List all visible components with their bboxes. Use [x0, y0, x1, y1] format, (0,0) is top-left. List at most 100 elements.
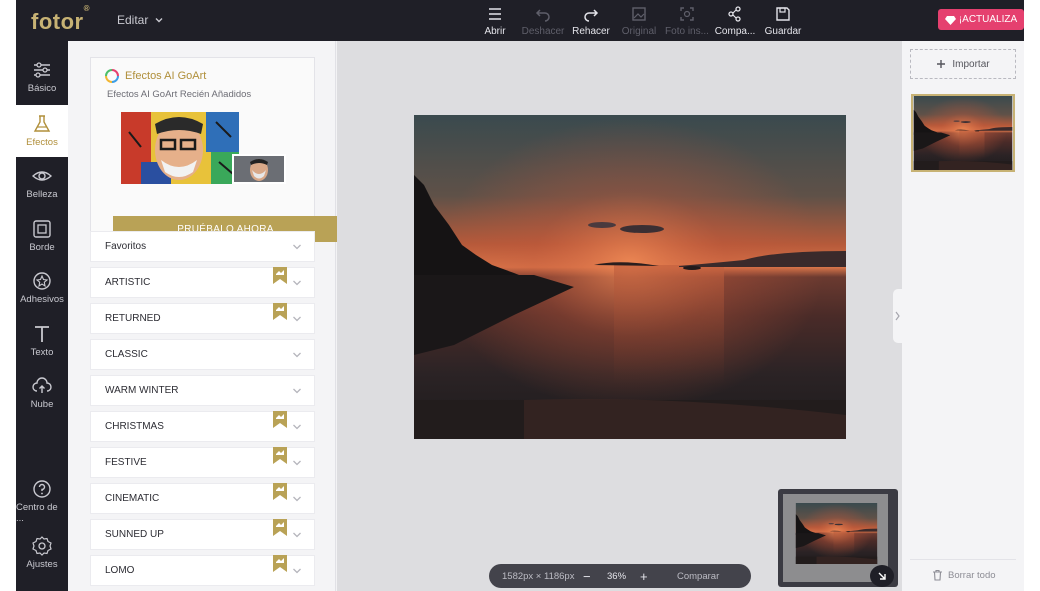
- premium-badge-icon: [273, 303, 287, 320]
- right-panel-toggle[interactable]: [893, 289, 902, 343]
- navigator-preview[interactable]: [778, 489, 898, 587]
- chevron-down-icon: [293, 280, 301, 286]
- menu-icon: [489, 8, 501, 20]
- open-button[interactable]: Abrir: [471, 5, 519, 37]
- editor-canvas: 1582px × 1186px − 36% + Comparar: [337, 41, 902, 591]
- focus-icon: [680, 7, 694, 21]
- premium-badge-icon: [273, 555, 287, 572]
- clear-all-label: Borrar todo: [948, 569, 996, 581]
- chevron-down-icon: [293, 424, 301, 430]
- eye-icon: [32, 171, 52, 181]
- chevron-down-icon: [155, 18, 163, 23]
- sliders-icon: [34, 62, 50, 78]
- import-button[interactable]: Importar: [910, 49, 1016, 79]
- goart-logo-icon: [105, 69, 119, 83]
- open-label: Abrir: [484, 26, 506, 37]
- sidebar-item-settings[interactable]: Ajustes: [16, 527, 68, 579]
- category-artistic[interactable]: ARTISTIC: [90, 267, 315, 298]
- edit-menu[interactable]: Editar: [117, 13, 164, 27]
- chevron-down-icon: [293, 532, 301, 538]
- sticker-icon: [33, 272, 51, 290]
- category-sunned-up[interactable]: SUNNED UP: [90, 519, 315, 550]
- logo-text: fotor: [31, 9, 84, 34]
- sidebar-label: Texto: [30, 347, 54, 358]
- premium-badge-icon: [273, 447, 287, 464]
- undo-button[interactable]: Deshacer: [519, 5, 567, 37]
- navigator-expand-button[interactable]: [870, 565, 894, 587]
- app-frame: fotor® Editar Abrir Deshacer Rehacer Ori…: [16, 0, 1024, 591]
- promo-subtitle: Efectos AI GoArt Recién Añadidos: [107, 89, 252, 100]
- premium-badge-icon: [273, 483, 287, 500]
- goart-original-image: [232, 154, 286, 184]
- clear-all-button[interactable]: Borrar todo: [932, 569, 996, 581]
- redo-button[interactable]: Rehacer: [567, 5, 615, 37]
- category-favorites[interactable]: Favoritos: [90, 231, 315, 262]
- original-button[interactable]: Original: [615, 5, 663, 37]
- edited-photo[interactable]: [414, 115, 846, 439]
- category-classic[interactable]: CLASSIC: [90, 339, 315, 370]
- sidebar-item-stickers[interactable]: Adhesivos: [16, 262, 68, 314]
- photo-inspector-button[interactable]: Foto ins...: [663, 5, 711, 37]
- share-label: Compa...: [714, 26, 756, 37]
- promo-title: Efectos AI GoArt: [105, 69, 206, 83]
- compare-button[interactable]: Comparar: [677, 571, 719, 582]
- cloud-upload-icon: [32, 377, 52, 393]
- category-warm-winter[interactable]: WARM WINTER: [90, 375, 315, 406]
- save-icon: [776, 7, 790, 21]
- sidebar-item-text[interactable]: Texto: [16, 315, 68, 367]
- category-returned[interactable]: RETURNED: [90, 303, 315, 334]
- category-label: WARM WINTER: [105, 385, 179, 396]
- share-icon: [728, 6, 741, 22]
- sidebar-item-beauty[interactable]: Belleza: [16, 157, 68, 209]
- promo-title-text: Efectos AI GoArt: [125, 70, 207, 82]
- photo-thumbnail[interactable]: [911, 94, 1015, 172]
- goart-promo-card[interactable]: Efectos AI GoArt Efectos AI GoArt Recién…: [90, 57, 338, 242]
- zoom-in-button[interactable]: +: [640, 569, 648, 584]
- sidebar-item-effects[interactable]: Efectos: [16, 105, 68, 157]
- photo-inspector-label: Foto ins...: [665, 26, 709, 37]
- category-christmas[interactable]: CHRISTMAS: [90, 411, 315, 442]
- plus-icon: [937, 60, 946, 68]
- sidebar-label: Básico: [27, 83, 57, 94]
- sidebar-item-help-center[interactable]: Centro de ...: [16, 475, 68, 527]
- right-panel: Importar Borrar todo: [902, 41, 1024, 591]
- sidebar-item-border[interactable]: Borde: [16, 210, 68, 262]
- category-lomo[interactable]: LOMO: [90, 555, 315, 586]
- sidebar-label: Efectos: [26, 137, 58, 148]
- trash-icon: [933, 569, 942, 581]
- category-label: CINEMATIC: [105, 493, 160, 504]
- category-label: CLASSIC: [105, 349, 148, 360]
- undo-icon: [535, 9, 550, 22]
- edit-menu-label: Editar: [117, 13, 149, 27]
- category-label: ARTISTIC: [105, 277, 151, 288]
- zoom-out-button[interactable]: −: [583, 569, 591, 584]
- chevron-down-icon: [293, 568, 301, 574]
- fotor-logo[interactable]: fotor®: [31, 4, 90, 35]
- category-cinematic[interactable]: CINEMATIC: [90, 483, 315, 514]
- sidebar-label: Centro de ...: [16, 501, 58, 524]
- chevron-down-icon: [293, 352, 301, 358]
- premium-badge-icon: [273, 411, 287, 428]
- sidebar-label: Belleza: [26, 189, 58, 200]
- share-button[interactable]: Compa...: [711, 5, 759, 37]
- divider: [910, 559, 1016, 560]
- save-button[interactable]: Guardar: [759, 5, 807, 37]
- frame-icon: [33, 220, 51, 238]
- redo-label: Rehacer: [572, 26, 610, 37]
- original-label: Original: [621, 26, 657, 37]
- sidebar-label: Nube: [30, 399, 54, 410]
- category-festive[interactable]: FESTIVE: [90, 447, 315, 478]
- upgrade-label: ¡ACTUALIZA: [958, 14, 1018, 25]
- flask-icon: [33, 115, 51, 132]
- zoom-level: 36%: [607, 570, 627, 582]
- left-sidebar: Básico Efectos Belleza Borde Adhesivos T…: [16, 41, 68, 591]
- import-label: Importar: [952, 58, 990, 70]
- premium-badge-icon: [273, 267, 287, 284]
- premium-badge-icon: [273, 519, 287, 536]
- sidebar-label: Borde: [29, 242, 55, 253]
- sidebar-item-cloud[interactable]: Nube: [16, 367, 68, 419]
- text-icon: [35, 326, 49, 342]
- redo-icon: [584, 9, 599, 22]
- upgrade-button[interactable]: ¡ACTUALIZA: [938, 9, 1024, 30]
- sidebar-item-basic[interactable]: Básico: [16, 51, 68, 103]
